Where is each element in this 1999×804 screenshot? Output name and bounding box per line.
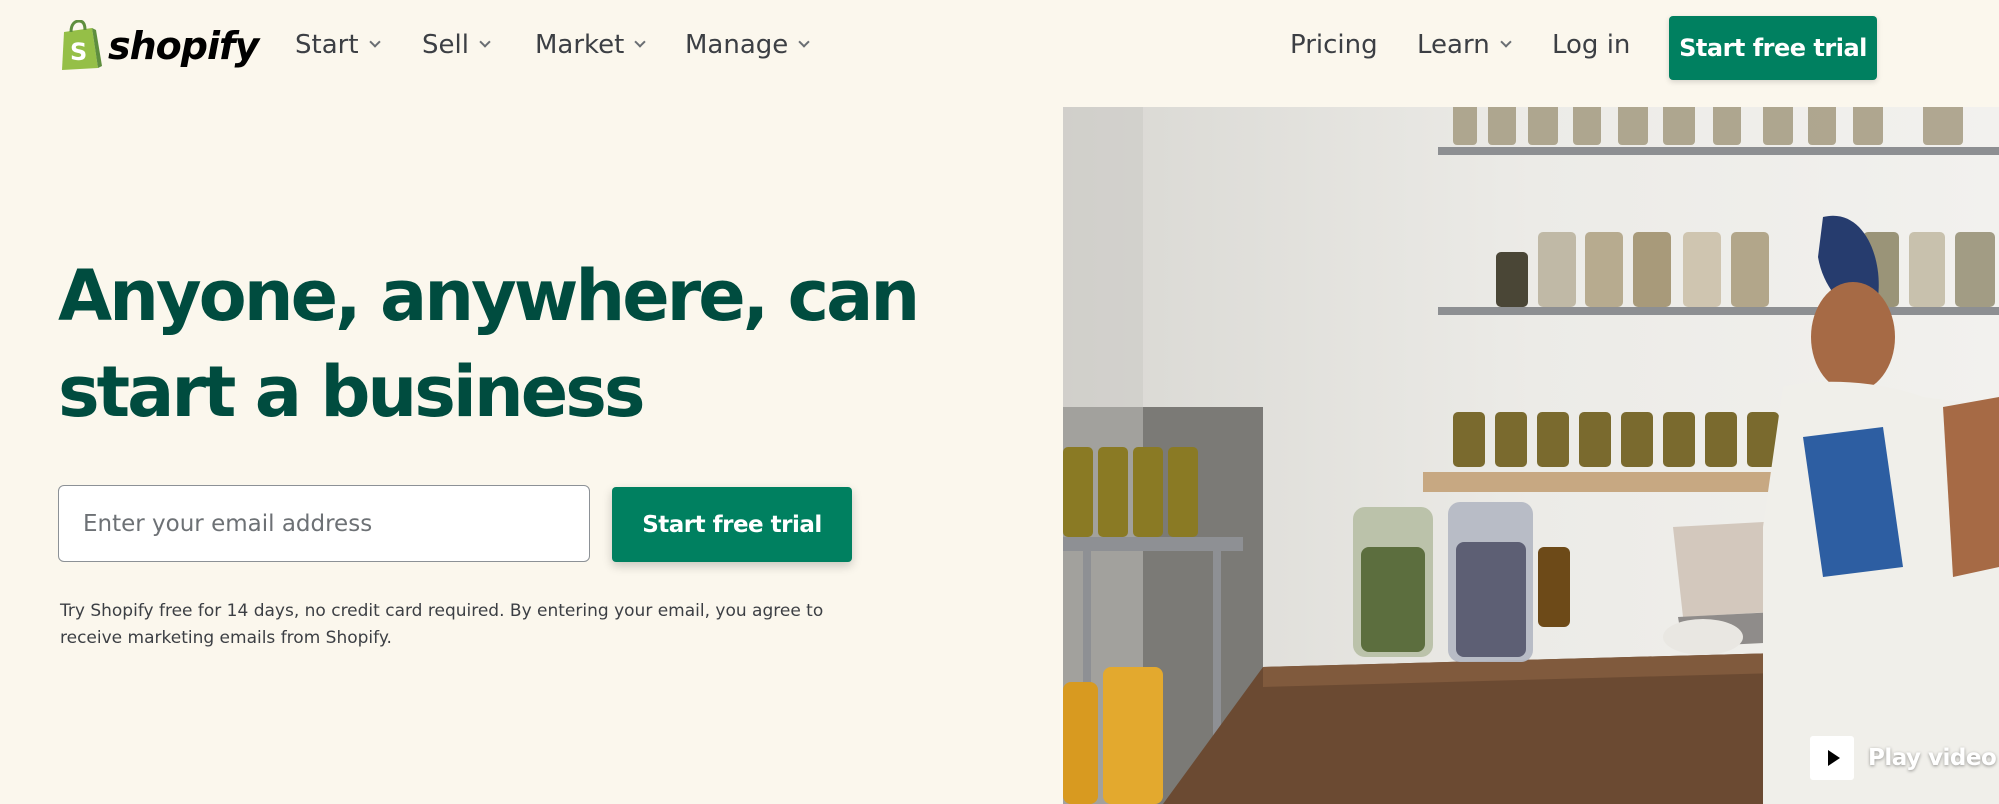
- nav-learn-label: Learn: [1417, 30, 1490, 60]
- nav-sell-label: Sell: [422, 30, 469, 60]
- nav-start-label: Start: [295, 30, 359, 60]
- nav-manage[interactable]: Manage: [685, 30, 810, 60]
- nav-market-label: Market: [535, 30, 625, 60]
- chevron-down-icon: [368, 36, 381, 48]
- hero-headline-line-2: start a business: [58, 351, 646, 433]
- hero-headline: Anyone, anywhere, can start a business: [58, 248, 958, 440]
- hero-photo-illustration: [1063, 107, 1999, 804]
- nav-sell[interactable]: Sell: [422, 30, 491, 60]
- nav-login-label: Log in: [1552, 30, 1631, 60]
- nav-pricing-label: Pricing: [1290, 30, 1378, 60]
- nav-learn[interactable]: Learn: [1417, 30, 1512, 60]
- trial-disclaimer: Try Shopify free for 14 days, no credit …: [60, 601, 824, 648]
- hero-photo: [1063, 107, 1999, 804]
- play-icon: [1810, 736, 1854, 780]
- shopify-logo[interactable]: S shopify: [58, 20, 259, 72]
- shopping-bag-icon: S: [62, 20, 102, 70]
- chevron-down-icon: [798, 36, 810, 48]
- header-start-trial-button[interactable]: Start free trial: [1669, 16, 1877, 80]
- nav-manage-label: Manage: [685, 30, 789, 60]
- nav-login-link[interactable]: Log in: [1552, 30, 1630, 60]
- hero-headline-line-1: Anyone, anywhere, can: [58, 255, 920, 337]
- site-header: S shopify Start Sell Market Manage Prici…: [0, 0, 1999, 100]
- logo-wordmark: shopify: [108, 24, 259, 68]
- svg-text:S: S: [70, 38, 87, 66]
- chevron-down-icon: [479, 36, 491, 48]
- nav-pricing-link[interactable]: Pricing: [1290, 30, 1378, 60]
- play-video-label: Play video: [1868, 745, 1997, 771]
- nav-start[interactable]: Start: [295, 30, 381, 60]
- play-video-button[interactable]: Play video: [1810, 736, 1997, 780]
- hero-start-trial-button[interactable]: Start free trial: [612, 487, 852, 562]
- chevron-down-icon: [1500, 36, 1512, 48]
- email-input[interactable]: [58, 485, 590, 562]
- chevron-down-icon: [634, 36, 647, 48]
- nav-market[interactable]: Market: [535, 30, 647, 60]
